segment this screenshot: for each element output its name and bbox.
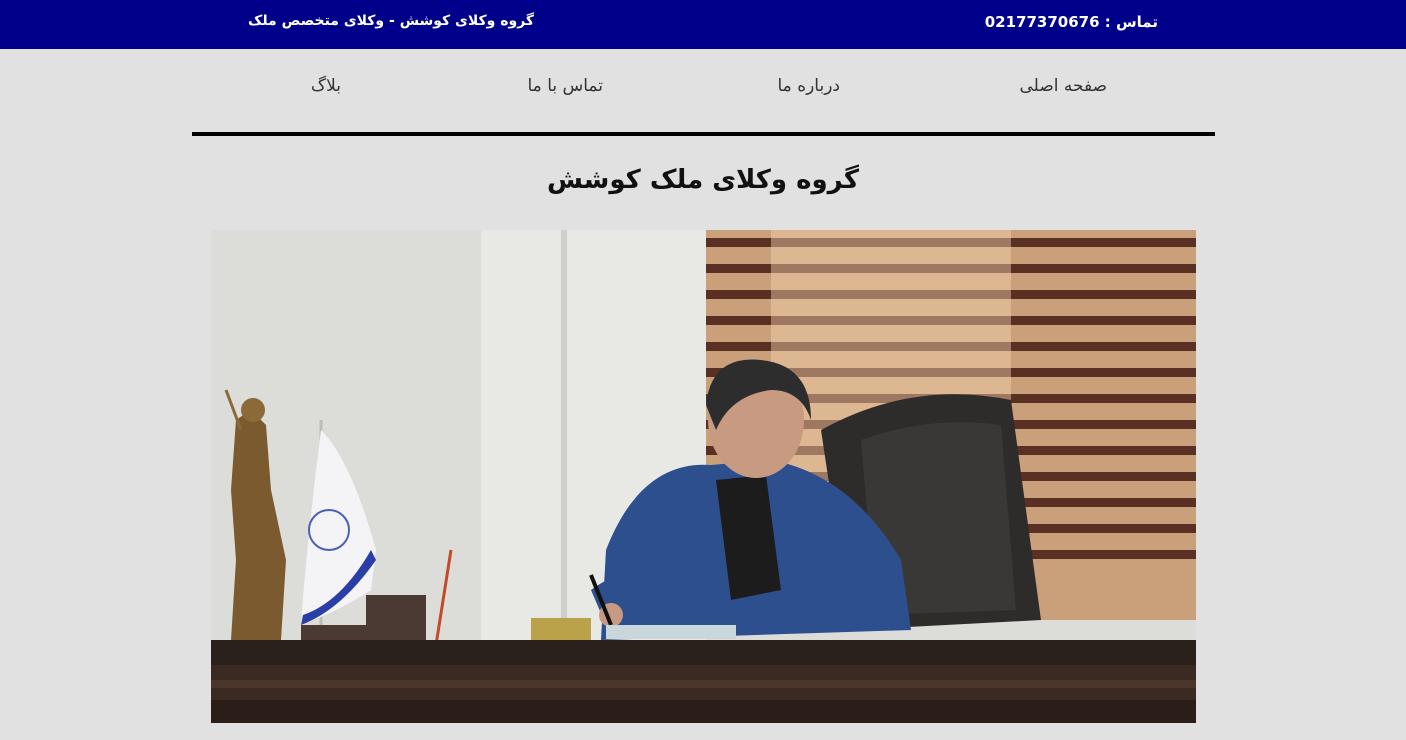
- nav-item-home[interactable]: صفحه اصلی: [1020, 76, 1107, 96]
- page-title: گروه وکلای ملک کوشش: [547, 165, 859, 195]
- nav-item-about[interactable]: درباره ما: [778, 76, 841, 96]
- nav-item-blog[interactable]: بلاگ: [311, 76, 341, 96]
- hero-image: [211, 230, 1196, 723]
- site-tagline: گروه وکلای کوشش - وکلای متخصص ملک: [248, 13, 535, 29]
- nav-item-contact[interactable]: تماس با ما: [528, 76, 604, 96]
- main-nav: صفحه اصلی درباره ما تماس با ما بلاگ: [192, 49, 1215, 136]
- top-bar: تماس : 02177370676 گروه وکلای کوشش - وکل…: [0, 0, 1406, 49]
- contact-phone: تماس : 02177370676: [984, 13, 1158, 31]
